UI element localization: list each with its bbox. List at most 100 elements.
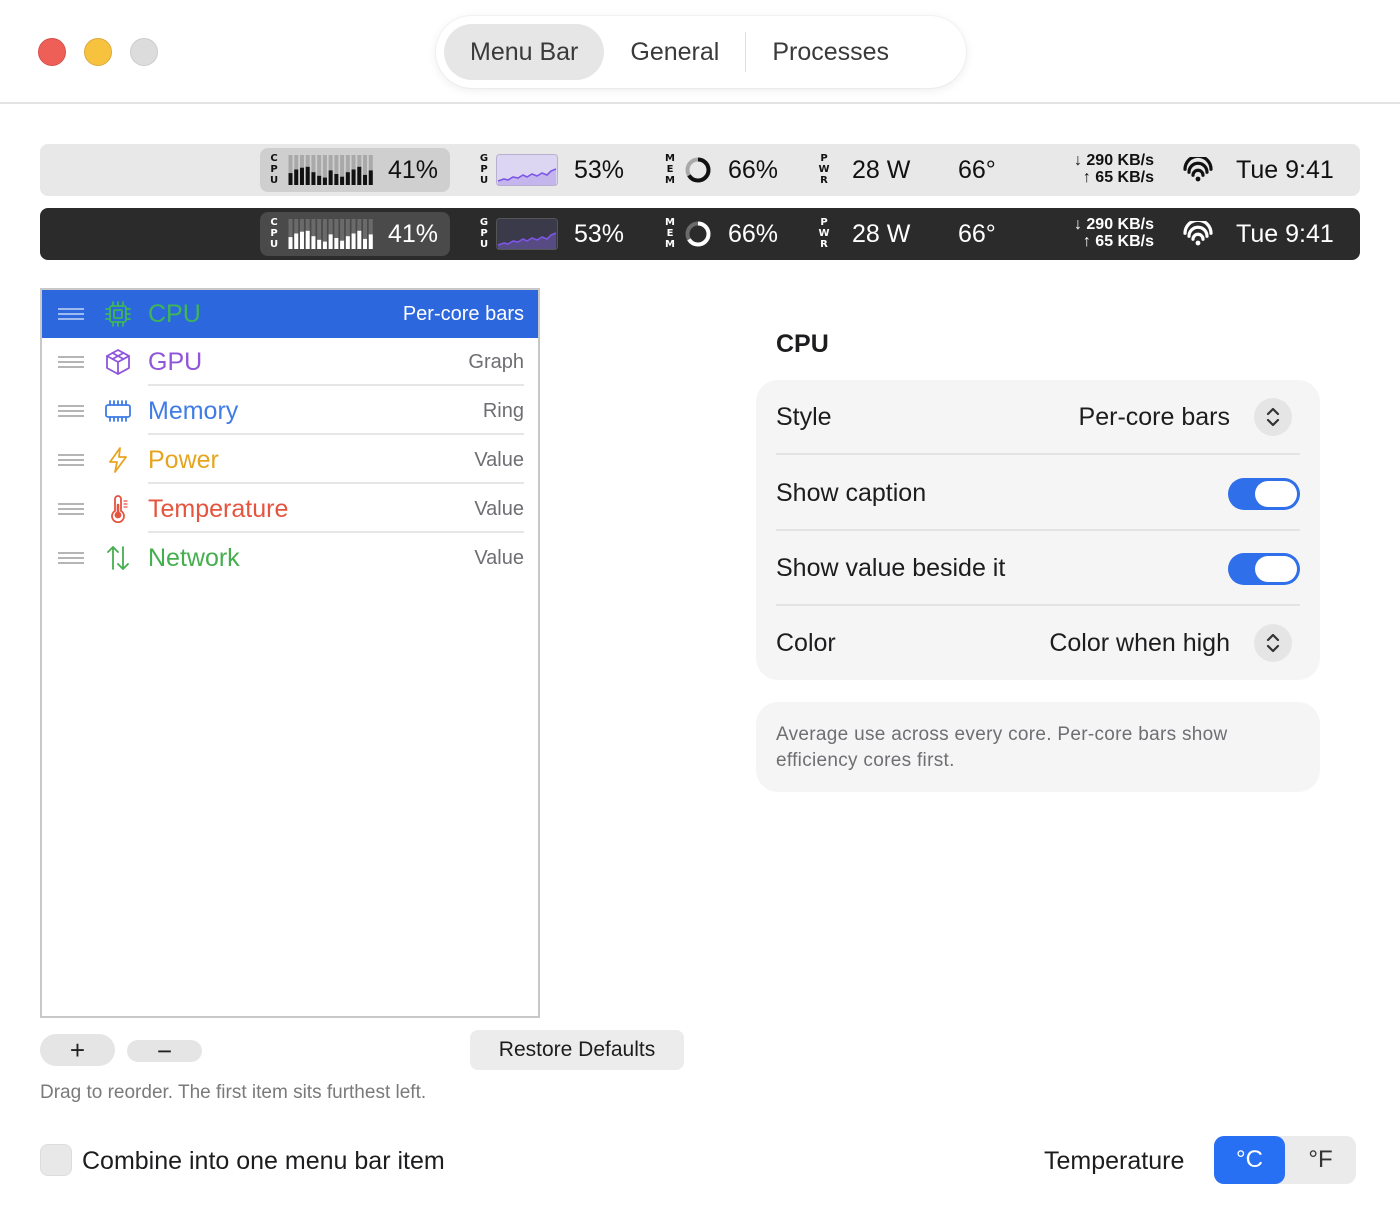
icon-stroke: [106, 355, 130, 375]
gpu-caption: GPU: [478, 217, 490, 250]
item-style: Value: [474, 547, 524, 569]
drag-handle-icon[interactable]: [58, 552, 84, 564]
core-bar: [357, 230, 362, 249]
minimize-window-button[interactable]: [84, 38, 112, 66]
caption-letter: P: [820, 217, 828, 228]
chevron-updown-icon: [1266, 407, 1280, 427]
row-divider: [148, 433, 524, 435]
core-bar: [340, 240, 345, 249]
bolt-icon: [109, 447, 127, 473]
core-bar: [299, 231, 304, 249]
arrows-updown-icon: [107, 546, 129, 570]
menubar-items-list[interactable]: CPU Per-core bars GPU Graph Memory Ring …: [40, 288, 540, 1018]
caption-letter: E: [666, 228, 674, 239]
item-name: CPU: [148, 300, 201, 328]
settings-description: Average use across every core. Per-core …: [756, 702, 1320, 792]
temperature-value: 66°: [958, 156, 996, 184]
show-caption-label: Show caption: [776, 479, 927, 507]
cpu-caption: CPU: [268, 217, 280, 250]
style-label: Style: [776, 403, 832, 431]
item-name: Memory: [148, 397, 239, 425]
restore-defaults-button[interactable]: Restore Defaults: [470, 1030, 684, 1070]
zoom-window-button[interactable]: [130, 38, 158, 66]
thermometer-icon: [111, 495, 128, 523]
unit-celsius-button[interactable]: °C: [1214, 1136, 1285, 1184]
mem-caption: MEM: [664, 153, 676, 186]
combine-label[interactable]: Combine into one menu bar item: [82, 1144, 445, 1178]
wifi-icon: [1183, 221, 1213, 246]
pwr-caption: PWR: [818, 217, 830, 250]
list-item-cpu[interactable]: CPU Per-core bars: [42, 290, 538, 338]
core-bar: [368, 170, 373, 185]
color-popup-button[interactable]: [1254, 624, 1292, 662]
core-bar: [294, 233, 299, 249]
core-bar: [345, 236, 350, 249]
temperature-value: 66°: [958, 220, 996, 248]
unit-fahrenheit-button[interactable]: °F: [1285, 1136, 1356, 1184]
pwr-caption: PWR: [818, 153, 830, 186]
item-name: Network: [148, 544, 240, 572]
chip-icon: [105, 301, 131, 327]
core-bar: [328, 234, 333, 249]
mem-caption: MEM: [664, 217, 676, 250]
caption-letter: M: [665, 153, 675, 164]
show-value-toggle[interactable]: [1228, 553, 1300, 585]
wifi-dot: [1195, 176, 1201, 182]
clock: Tue 9:41: [1236, 156, 1334, 184]
tab-general[interactable]: General: [604, 24, 745, 80]
core-bar: [311, 236, 316, 249]
icon-stroke: [107, 546, 119, 570]
cpu-value: 41%: [388, 220, 439, 248]
icon-stroke: [111, 352, 125, 360]
icon-stroke: [109, 305, 127, 323]
drag-handle-icon[interactable]: [58, 356, 84, 368]
menubar-preview-light: CPU 41% GPU 53% MEM 66% PWR 28 W 66° ↓ 2…: [40, 144, 1360, 196]
plus-icon: +: [69, 1034, 86, 1065]
gpu-value: 53%: [574, 220, 625, 248]
row-divider: [776, 453, 1300, 455]
drag-handle-icon[interactable]: [58, 405, 84, 417]
wifi-arc: [1191, 232, 1205, 241]
remove-item-button[interactable]: −: [127, 1036, 202, 1066]
item-style: Value: [474, 498, 524, 520]
drag-handle-icon[interactable]: [58, 308, 84, 320]
minus-icon: −: [156, 1035, 173, 1066]
icon-stroke: [105, 404, 131, 418]
list-item-memory[interactable]: Memory Ring: [42, 387, 538, 435]
list-item-gpu[interactable]: GPU Graph: [42, 338, 538, 386]
color-popup-value[interactable]: Color when high: [1049, 606, 1230, 681]
toggle-knob: [1255, 481, 1297, 507]
cpu-core-bars: [288, 155, 373, 185]
network-down: ↓ 290 KB/s: [1073, 152, 1154, 169]
core-bar: [334, 174, 339, 185]
list-item-network[interactable]: Network Value: [42, 534, 538, 582]
row-divider: [148, 482, 524, 484]
row-divider: [148, 384, 524, 386]
power-value: 28 W: [852, 156, 911, 184]
list-item-temperature[interactable]: Temperature Value: [42, 485, 538, 533]
power-value: 28 W: [852, 220, 911, 248]
caption-letter: P: [480, 164, 488, 175]
show-caption-toggle[interactable]: [1228, 478, 1300, 510]
caption-letter: W: [818, 164, 830, 175]
style-popup-button[interactable]: [1254, 398, 1292, 436]
drag-handle-icon[interactable]: [58, 503, 84, 515]
tab-menu-bar[interactable]: Menu Bar: [444, 24, 605, 80]
wifi-icon: [1183, 157, 1213, 182]
caption-letter: M: [665, 175, 675, 186]
item-settings-panel: Style Per-core bars Show caption Show va…: [756, 380, 1320, 680]
combine-checkbox[interactable]: [40, 1144, 72, 1176]
caption-letter: U: [269, 175, 279, 186]
icon-stroke: [113, 309, 123, 319]
caption-letter: E: [666, 164, 674, 175]
style-popup-value[interactable]: Per-core bars: [1079, 380, 1230, 455]
tab-processes[interactable]: Processes: [746, 24, 915, 80]
cpu-caption: CPU: [268, 153, 280, 186]
list-item-power[interactable]: Power Value: [42, 436, 538, 484]
add-item-button[interactable]: +: [40, 1034, 115, 1066]
drag-handle-icon[interactable]: [58, 454, 84, 466]
gpu-value: 53%: [574, 156, 625, 184]
close-window-button[interactable]: [38, 38, 66, 66]
settings-title: CPU: [776, 330, 829, 358]
cpu-core-bars: [288, 219, 373, 249]
